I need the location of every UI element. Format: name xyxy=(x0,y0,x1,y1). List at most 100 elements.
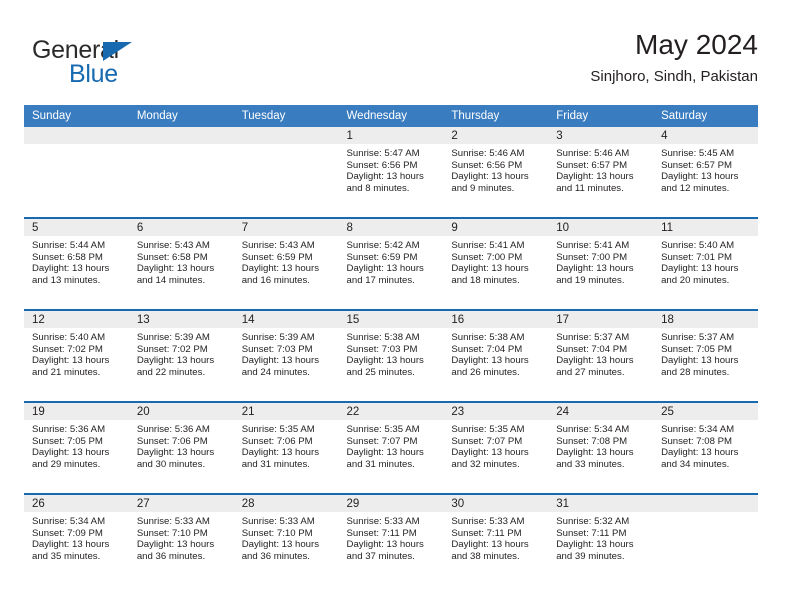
calendar-day-cell[interactable]: 2 Sunrise: 5:46 AM Sunset: 6:56 PM Daylight… xyxy=(443,127,549,218)
calendar-day-cell[interactable]: 4 Sunrise: 5:45 AM Sunset: 6:57 PM Daylight… xyxy=(653,127,758,218)
page-header: General Blue May 2024 Sinjhoro, Sindh, P… xyxy=(24,28,758,100)
day-number: 29 xyxy=(338,495,444,512)
day-detail-daylight2: and 19 minutes. xyxy=(556,274,625,286)
day-detail-daylight2: and 21 minutes. xyxy=(32,366,101,378)
day-details: Sunrise: 5:40 AM Sunset: 7:01 PM Daylight:… xyxy=(653,236,758,286)
day-detail-daylight2: and 17 minutes. xyxy=(346,274,415,286)
calendar-day-cell[interactable]: 10 Sunrise: 5:41 AM Sunset: 7:00 PM Dayligh… xyxy=(548,217,654,310)
calendar-day-cell[interactable]: 11 Sunrise: 5:40 AM Sunset: 7:01 PM Dayligh… xyxy=(653,217,758,310)
day-details: Sunrise: 5:32 AM Sunset: 7:11 PM Daylight:… xyxy=(548,512,653,562)
day-detail-daylight2: and 36 minutes. xyxy=(241,550,310,562)
calendar-week-row: 19 Sunrise: 5:36 AM Sunset: 7:05 PM Dayligh… xyxy=(24,401,758,494)
day-detail-daylight1: Daylight: 13 hours xyxy=(451,447,529,459)
weekday-header-friday: Friday xyxy=(548,105,654,127)
day-details: Sunrise: 5:39 AM Sunset: 7:02 PM Daylight:… xyxy=(129,328,234,378)
day-details: Sunrise: 5:37 AM Sunset: 7:04 PM Daylight:… xyxy=(548,328,653,378)
page-title: May 2024 xyxy=(635,29,758,60)
calendar-day-cell[interactable]: 15 Sunrise: 5:38 AM Sunset: 7:03 PM Dayligh… xyxy=(338,309,444,402)
calendar-day-cell[interactable]: 29 Sunrise: 5:33 AM Sunset: 7:11 PM Dayligh… xyxy=(338,493,444,585)
day-detail-sunrise: Sunrise: 5:40 AM xyxy=(32,332,106,343)
calendar-day-cell[interactable]: 6 Sunrise: 5:43 AM Sunset: 6:58 PM Daylight… xyxy=(128,217,234,310)
general-blue-logo[interactable]: General Blue xyxy=(32,36,232,88)
calendar-day-cell[interactable]: 1 Sunrise: 5:47 AM Sunset: 6:56 PM Daylight… xyxy=(338,127,444,218)
calendar-day-cell[interactable]: 18 Sunrise: 5:37 AM Sunset: 7:05 PM Dayligh… xyxy=(653,309,758,402)
day-detail-daylight1: Daylight: 13 hours xyxy=(556,447,634,459)
day-detail-daylight2: and 22 minutes. xyxy=(136,366,206,378)
day-detail-sunrise: Sunrise: 5:39 AM xyxy=(136,332,210,343)
calendar-day-cell[interactable]: 7 Sunrise: 5:43 AM Sunset: 6:59 PM Daylight… xyxy=(233,217,339,310)
day-detail-daylight1: Daylight: 13 hours xyxy=(556,539,634,551)
day-details: Sunrise: 5:41 AM Sunset: 7:00 PM Daylight:… xyxy=(443,236,548,286)
calendar-day-cell[interactable]: 26 Sunrise: 5:34 AM Sunset: 7:09 PM Dayligh… xyxy=(24,493,129,585)
calendar-day-cell[interactable]: 30 Sunrise: 5:33 AM Sunset: 7:11 PM Dayligh… xyxy=(443,493,549,585)
calendar-day-cell[interactable]: 24 Sunrise: 5:34 AM Sunset: 7:08 PM Dayligh… xyxy=(548,401,654,494)
calendar-day-cell[interactable]: 20 Sunrise: 5:36 AM Sunset: 7:06 PM Dayligh… xyxy=(128,401,234,494)
day-detail-daylight2: and 36 minutes. xyxy=(136,550,206,562)
calendar-day-cell[interactable]: 27 Sunrise: 5:33 AM Sunset: 7:10 PM Dayligh… xyxy=(128,493,234,585)
calendar-day-cell[interactable]: 14 Sunrise: 5:39 AM Sunset: 7:03 PM Dayligh… xyxy=(233,309,339,402)
day-details: Sunrise: 5:45 AM Sunset: 6:57 PM Daylight:… xyxy=(653,144,758,194)
day-detail-sunset: Sunset: 7:05 PM xyxy=(661,343,732,355)
day-number xyxy=(24,127,129,144)
day-number: 23 xyxy=(443,403,549,420)
day-detail-sunrise: Sunrise: 5:46 AM xyxy=(556,148,630,159)
day-number xyxy=(128,127,234,144)
day-detail-sunset: Sunset: 7:00 PM xyxy=(451,251,523,263)
calendar-day-cell[interactable]: 9 Sunrise: 5:41 AM Sunset: 7:00 PM Daylight… xyxy=(443,217,549,310)
calendar-week-row: 26 Sunrise: 5:34 AM Sunset: 7:09 PM Dayligh… xyxy=(24,493,758,585)
day-detail-sunrise: Sunrise: 5:43 AM xyxy=(241,240,315,251)
day-number: 15 xyxy=(338,311,444,328)
day-detail-daylight2: and 29 minutes. xyxy=(32,458,101,470)
day-number: 12 xyxy=(24,311,129,328)
day-detail-sunrise: Sunrise: 5:36 AM xyxy=(32,424,106,435)
day-detail-daylight1: Daylight: 13 hours xyxy=(32,539,110,551)
day-detail-daylight1: Daylight: 13 hours xyxy=(451,263,529,275)
day-detail-sunrise: Sunrise: 5:43 AM xyxy=(136,240,210,251)
day-details: Sunrise: 5:46 AM Sunset: 6:56 PM Daylight:… xyxy=(443,144,548,194)
calendar-day-cell[interactable]: 25 Sunrise: 5:34 AM Sunset: 7:08 PM Dayligh… xyxy=(653,401,758,494)
day-detail-sunrise: Sunrise: 5:41 AM xyxy=(451,240,525,251)
weekday-header-sunday: Sunday xyxy=(24,105,129,127)
calendar-day-cell[interactable]: 31 Sunrise: 5:32 AM Sunset: 7:11 PM Dayligh… xyxy=(548,493,654,585)
day-number: 5 xyxy=(24,219,129,236)
day-detail-daylight1: Daylight: 13 hours xyxy=(661,263,739,275)
day-details: Sunrise: 5:46 AM Sunset: 6:57 PM Daylight:… xyxy=(548,144,653,194)
day-detail-daylight1: Daylight: 13 hours xyxy=(241,539,320,551)
day-details: Sunrise: 5:34 AM Sunset: 7:08 PM Daylight:… xyxy=(653,420,758,470)
calendar-day-cell[interactable]: 13 Sunrise: 5:39 AM Sunset: 7:02 PM Dayligh… xyxy=(128,309,234,402)
calendar-day-cell[interactable]: 8 Sunrise: 5:42 AM Sunset: 6:59 PM Daylight… xyxy=(338,217,444,310)
day-number: 21 xyxy=(233,403,339,420)
calendar-day-cell[interactable]: 5 Sunrise: 5:44 AM Sunset: 6:58 PM Daylight… xyxy=(24,217,129,310)
day-detail-daylight2: and 13 minutes. xyxy=(32,274,101,286)
day-detail-daylight2: and 11 minutes. xyxy=(556,182,624,194)
calendar-day-cell[interactable]: 28 Sunrise: 5:33 AM Sunset: 7:10 PM Dayligh… xyxy=(233,493,339,585)
day-detail-daylight1: Daylight: 13 hours xyxy=(451,355,529,367)
calendar-day-cell[interactable]: 12 Sunrise: 5:40 AM Sunset: 7:02 PM Dayligh… xyxy=(24,309,129,402)
calendar-day-cell[interactable]: 22 Sunrise: 5:35 AM Sunset: 7:07 PM Dayligh… xyxy=(338,401,444,494)
day-detail-sunset: Sunset: 7:11 PM xyxy=(346,527,417,539)
day-detail-sunrise: Sunrise: 5:33 AM xyxy=(346,516,420,527)
day-number: 3 xyxy=(548,127,654,144)
day-details: Sunrise: 5:34 AM Sunset: 7:09 PM Daylight:… xyxy=(24,512,129,562)
calendar-day-cell[interactable]: 19 Sunrise: 5:36 AM Sunset: 7:05 PM Dayligh… xyxy=(24,401,129,494)
day-number: 2 xyxy=(443,127,549,144)
calendar-day-cell[interactable]: 16 Sunrise: 5:38 AM Sunset: 7:04 PM Dayligh… xyxy=(443,309,549,402)
day-details: Sunrise: 5:35 AM Sunset: 7:07 PM Daylight:… xyxy=(443,420,548,470)
calendar-day-cell-empty xyxy=(24,127,129,218)
day-detail-sunset: Sunset: 6:59 PM xyxy=(346,251,418,263)
day-details: Sunrise: 5:43 AM Sunset: 6:58 PM Daylight:… xyxy=(129,236,234,286)
day-detail-daylight1: Daylight: 13 hours xyxy=(32,355,110,367)
day-detail-sunrise: Sunrise: 5:33 AM xyxy=(136,516,210,527)
day-detail-sunset: Sunset: 7:11 PM xyxy=(451,527,522,539)
day-details: Sunrise: 5:35 AM Sunset: 7:07 PM Daylight:… xyxy=(339,420,444,470)
calendar-day-cell[interactable]: 21 Sunrise: 5:35 AM Sunset: 7:06 PM Dayligh… xyxy=(233,401,339,494)
day-details: Sunrise: 5:40 AM Sunset: 7:02 PM Daylight:… xyxy=(24,328,129,378)
day-details: Sunrise: 5:34 AM Sunset: 7:08 PM Daylight:… xyxy=(548,420,653,470)
day-detail-daylight1: Daylight: 13 hours xyxy=(241,263,320,275)
calendar-day-cell[interactable]: 23 Sunrise: 5:35 AM Sunset: 7:07 PM Dayligh… xyxy=(443,401,549,494)
day-details: Sunrise: 5:38 AM Sunset: 7:04 PM Daylight:… xyxy=(443,328,548,378)
day-detail-daylight1: Daylight: 13 hours xyxy=(451,171,529,183)
day-number: 8 xyxy=(338,219,444,236)
calendar-day-cell[interactable]: 3 Sunrise: 5:46 AM Sunset: 6:57 PM Daylight… xyxy=(548,127,654,218)
calendar-day-cell[interactable]: 17 Sunrise: 5:37 AM Sunset: 7:04 PM Dayligh… xyxy=(548,309,654,402)
